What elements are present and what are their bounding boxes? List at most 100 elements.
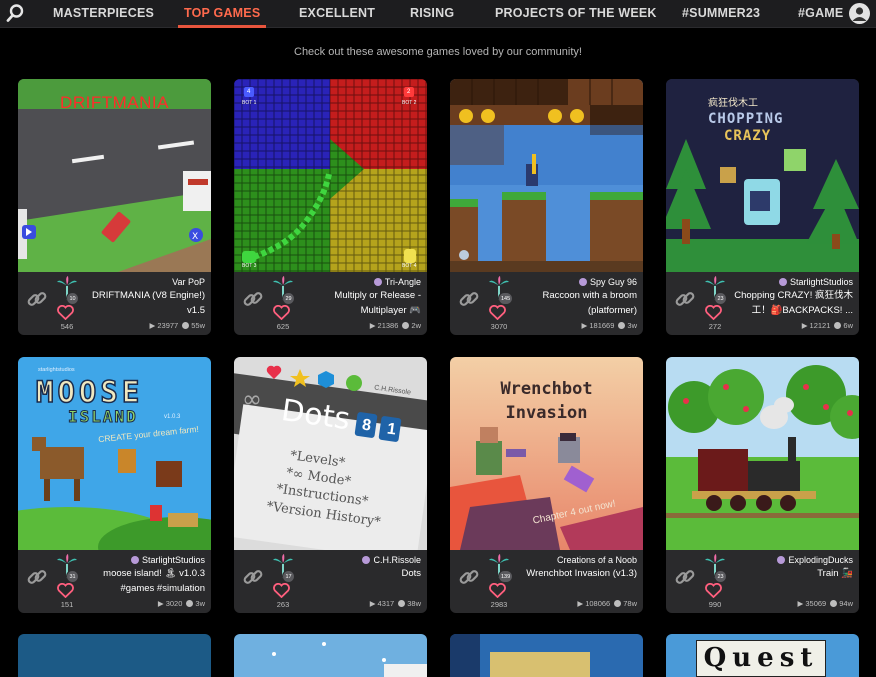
game-title[interactable]: moose island! 🏝 v1.0.3 #games #simulatio…: [85, 567, 205, 596]
game-title[interactable]: Chopping CRAZY! 疯狂伐木工！🎒BACKPACKS! ...: [733, 289, 853, 318]
like-count: 263: [276, 600, 290, 609]
thumb-studio: starlightstudios: [38, 367, 75, 373]
link-icon[interactable]: [458, 288, 480, 310]
view-count: 35069: [805, 599, 827, 608]
game-thumbnail[interactable]: Wrenchbot Invasion Chapter 4 out now!: [450, 357, 643, 550]
game-card[interactable]: Wrenchbot Invasion Chapter 4 out now! 13…: [450, 357, 643, 613]
game-card-partial[interactable]: [18, 634, 211, 677]
author-avatar-icon: [777, 556, 786, 564]
game-stats: ▶ 21386 2w: [369, 321, 421, 330]
heart-icon[interactable]: [705, 583, 722, 598]
age: 94w: [839, 599, 853, 608]
link-icon[interactable]: [26, 566, 48, 588]
thumb-title: Quest: [696, 640, 826, 677]
thumb-subtitle: Invasion: [505, 403, 588, 423]
thumb-title: DRIFTMANIA: [60, 93, 169, 112]
game-card-partial[interactable]: Quest: [666, 634, 859, 677]
heart-icon[interactable]: [489, 583, 506, 598]
author-avatar-icon: [362, 556, 371, 564]
tab-projects-of-the-week[interactable]: PROJECTS OF THE WEEK: [495, 0, 657, 28]
user-avatar-icon[interactable]: [849, 3, 870, 24]
game-title[interactable]: DRIFTMANIA (V8 Engine!) v1.5: [85, 289, 205, 318]
age: 78w: [623, 599, 637, 608]
game-card-partial[interactable]: [450, 634, 643, 677]
author-name[interactable]: Spy Guy 96: [578, 277, 637, 287]
link-icon[interactable]: [26, 288, 48, 310]
thumb-title: Wrenchbot: [500, 379, 593, 399]
game-title[interactable]: Wrenchbot Invasion (v1.3): [517, 567, 637, 582]
author-name[interactable]: Tri-Angle: [373, 277, 421, 287]
tab-masterpieces[interactable]: MASTERPIECES: [53, 0, 154, 28]
link-icon[interactable]: [674, 566, 696, 588]
follower-count-badge: 17: [282, 570, 295, 583]
link-icon[interactable]: [242, 566, 264, 588]
game-stats: ▶ 23977 55w: [149, 321, 205, 330]
game-thumbnail[interactable]: starlightstudios MOOSE ISLAND v1.0.3 CRE…: [18, 357, 211, 550]
author-avatar-icon: [778, 278, 787, 286]
game-thumbnail[interactable]: ∞ Dots C.H.Rissole 8 1 *Levels* *∞ Mode*…: [234, 357, 427, 550]
author-name[interactable]: C.H.Rissole: [362, 555, 421, 565]
follower-count-badge: 145: [498, 292, 514, 305]
game-card-partial[interactable]: [234, 634, 427, 677]
link-icon[interactable]: [458, 566, 480, 588]
game-card[interactable]: ∞ Dots C.H.Rissole 8 1 *Levels* *∞ Mode*…: [234, 357, 427, 613]
tab-games[interactable]: #GAMES: [798, 0, 844, 28]
game-thumbnail[interactable]: 疯狂伐木工 CHOPPING CRAZY: [666, 79, 859, 272]
game-title[interactable]: Raccoon with a broom (platformer): [517, 289, 637, 318]
follower-count-badge: 139: [498, 570, 514, 583]
tab-summer23[interactable]: #SUMMER23: [682, 0, 760, 28]
search-icon[interactable]: [6, 3, 24, 23]
author-name[interactable]: Var PoP: [172, 277, 205, 287]
game-title[interactable]: Multiply or Release - Multiplayer 🎮: [301, 289, 421, 318]
game-stats: ▶ 12121 6w: [801, 321, 853, 330]
heart-icon[interactable]: [57, 583, 74, 598]
clock-icon: [186, 600, 194, 607]
follower-count-badge: 23: [714, 570, 727, 583]
clock-icon: [402, 322, 410, 329]
heart-icon[interactable]: [489, 305, 506, 320]
author-name[interactable]: StarlightStudios: [778, 277, 853, 287]
follower-count-badge: 29: [282, 292, 295, 305]
tab-top-games[interactable]: TOP GAMES: [177, 0, 267, 28]
heart-icon[interactable]: [57, 305, 74, 320]
svg-text:X: X: [192, 232, 198, 242]
game-thumbnail[interactable]: [450, 79, 643, 272]
game-card[interactable]: 4 2 BOT 1 BOT 2 BOT 3 BOT 4 29 625 Tri-A…: [234, 79, 427, 335]
game-stats: ▶ 108066 78w: [577, 599, 637, 608]
author-name[interactable]: StarlightStudios: [130, 555, 205, 565]
bot-label: BOT 3: [242, 263, 257, 269]
clock-icon: [834, 322, 842, 329]
view-count: 4317: [377, 599, 395, 608]
heart-icon[interactable]: [705, 305, 722, 320]
view-count: 21386: [377, 321, 399, 330]
game-card[interactable]: 145 3070 Spy Guy 96 Raccoon with a broom…: [450, 79, 643, 335]
game-title[interactable]: Train 🚂: [733, 567, 853, 582]
view-count: 23977: [157, 321, 179, 330]
follower-count-badge: 10: [66, 292, 79, 305]
game-thumbnail[interactable]: X DRIFTMANIA: [18, 79, 211, 272]
like-count: 3070: [490, 322, 508, 331]
view-count: 3020: [165, 599, 183, 608]
tab-rising[interactable]: RISING: [410, 0, 454, 28]
game-title[interactable]: Dots: [301, 567, 421, 582]
follower-count-badge: 31: [66, 570, 79, 583]
bot-number: 4: [247, 89, 251, 95]
clock-icon: [182, 322, 190, 329]
game-card[interactable]: 23 990 ExplodingDucks Train 🚂 ▶ 35069 94w: [666, 357, 859, 613]
game-thumbnail[interactable]: 4 2 BOT 1 BOT 2 BOT 3 BOT 4: [234, 79, 427, 272]
heart-icon[interactable]: [273, 305, 290, 320]
heart-icon[interactable]: [273, 583, 290, 598]
game-card[interactable]: starlightstudios MOOSE ISLAND v1.0.3 CRE…: [18, 357, 211, 613]
game-thumbnail[interactable]: [666, 357, 859, 550]
tab-excellent[interactable]: EXCELLENT: [299, 0, 375, 28]
link-icon[interactable]: [674, 288, 696, 310]
author-name[interactable]: ExplodingDucks: [777, 555, 853, 565]
link-icon[interactable]: [242, 288, 264, 310]
like-count: 272: [708, 322, 722, 331]
clock-icon: [618, 322, 626, 329]
like-count: 546: [60, 322, 74, 331]
age: 3w: [195, 599, 205, 608]
game-card[interactable]: X DRIFTMANIA 10 546 Var PoP DRIFTMANIA (…: [18, 79, 211, 335]
game-card[interactable]: 疯狂伐木工 CHOPPING CRAZY 23 272 StarlightStu…: [666, 79, 859, 335]
author-name[interactable]: Creations of a Noob: [557, 555, 637, 565]
